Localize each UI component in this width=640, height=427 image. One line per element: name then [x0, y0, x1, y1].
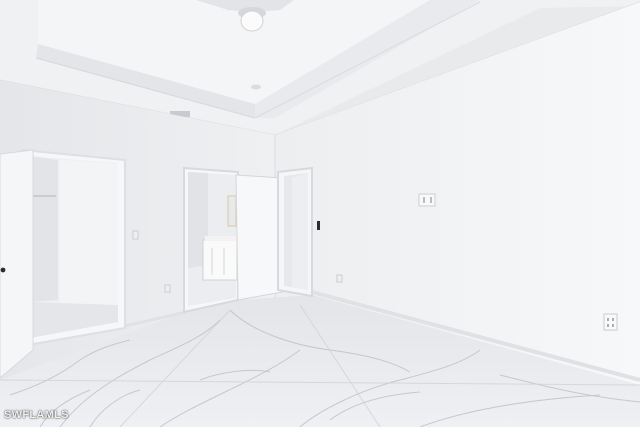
door-handle-icon [0, 267, 6, 273]
wall-outlet [603, 313, 618, 331]
hallway-opening [277, 166, 313, 298]
recessed-light [251, 84, 261, 90]
wall-outlet-left [164, 284, 171, 293]
left-open-door [0, 149, 34, 379]
vanity-cabinet [202, 239, 238, 281]
bedroom-photo: SWFLAMLS [0, 0, 640, 427]
wall-outlet-small [336, 274, 343, 283]
room-illustration [0, 0, 640, 427]
closet-doorway [21, 148, 126, 348]
mls-watermark: SWFLAMLS [4, 409, 69, 421]
light-switch [132, 230, 139, 240]
bathroom-doorway [183, 166, 239, 314]
door-stop-icon [317, 221, 320, 230]
mirror [227, 195, 237, 227]
wall-switch-plate [418, 193, 436, 207]
bathroom-door [235, 174, 283, 301]
